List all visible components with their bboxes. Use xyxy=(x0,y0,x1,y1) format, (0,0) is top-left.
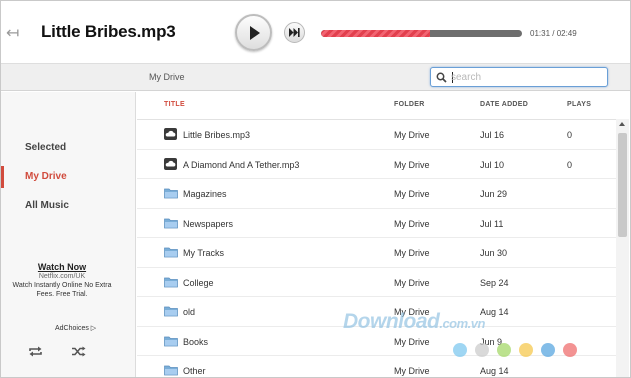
watermark-dot xyxy=(475,343,489,357)
watermark-dot xyxy=(497,343,511,357)
progress-bar[interactable] xyxy=(321,30,522,37)
breadcrumb: My Drive xyxy=(149,72,185,82)
back-arrow-icon[interactable]: ↤ xyxy=(6,23,19,42)
cloud-music-icon xyxy=(164,128,177,142)
cell-folder: My Drive xyxy=(394,248,430,258)
location-bar: My Drive xyxy=(1,63,630,91)
table-row[interactable]: A Diamond And A Tether.mp3 My Drive Jul 10… xyxy=(137,150,616,179)
cell-title: College xyxy=(183,277,214,288)
sidebar-item-my-drive[interactable]: My Drive xyxy=(1,166,135,188)
table-row[interactable]: Newspapers My Drive Jul 11 xyxy=(137,209,616,238)
folder-icon xyxy=(164,335,178,349)
search-input[interactable] xyxy=(451,69,601,85)
folder-icon xyxy=(164,276,178,290)
cell-date-added: Jun 29 xyxy=(480,189,508,199)
column-header-title[interactable]: TITLE xyxy=(164,101,185,108)
cell-title: Books xyxy=(183,336,209,347)
cell-plays: 0 xyxy=(567,130,573,140)
play-button[interactable] xyxy=(235,14,272,51)
cell-plays: 0 xyxy=(567,159,573,170)
folder-icon xyxy=(164,364,178,377)
vertical-scrollbar[interactable] xyxy=(616,119,629,377)
column-header-date-added[interactable]: DATE ADDED xyxy=(480,101,528,108)
repeat-icon[interactable] xyxy=(28,346,43,357)
watermark-text: Download xyxy=(343,310,440,333)
cell-date-added: Aug 14 xyxy=(480,366,509,376)
scroll-thumb[interactable] xyxy=(618,133,627,237)
search-box[interactable] xyxy=(430,67,608,87)
play-icon xyxy=(250,26,260,40)
watermark-suffix: .com.vn xyxy=(439,316,485,331)
folder-icon xyxy=(164,187,178,201)
scroll-up-arrow-icon[interactable] xyxy=(619,122,625,126)
adchoices-link[interactable]: AdChoices ▷ xyxy=(55,324,96,332)
watermark-dot xyxy=(519,343,533,357)
now-playing-title: Little Bribes.mp3 xyxy=(41,22,176,41)
column-header-plays[interactable]: PLAYS xyxy=(567,101,591,108)
table-header: TITLE FOLDER DATE ADDED PLAYS xyxy=(137,92,616,120)
sidebar-item-all-music[interactable]: All Music xyxy=(1,195,135,217)
table-row[interactable]: College My Drive Sep 24 xyxy=(137,268,616,297)
column-header-folder[interactable]: FOLDER xyxy=(394,101,425,108)
player-header: ↤ Little Bribes.mp3 01:31 / 02:49 xyxy=(1,1,630,63)
next-track-button[interactable] xyxy=(284,22,305,43)
time-readout: 01:31 / 02:49 xyxy=(530,29,577,38)
cell-date-added: Sep 24 xyxy=(480,277,509,288)
cell-folder: My Drive xyxy=(394,159,430,170)
watermark-dots xyxy=(453,343,585,362)
watermark-dot xyxy=(453,343,467,357)
folder-icon xyxy=(164,246,178,260)
skip-next-icon xyxy=(289,28,300,37)
cell-date-added: Jul 10 xyxy=(480,159,505,170)
cell-date-added: Jul 16 xyxy=(480,130,505,140)
cell-title: Newspapers xyxy=(183,218,234,229)
ad-url[interactable]: Netflix.com/UK xyxy=(11,273,113,280)
cell-date-added: Jul 11 xyxy=(480,218,504,229)
table-row[interactable]: Little Bribes.mp3 My Drive Jul 16 0 xyxy=(137,120,616,150)
cell-folder: My Drive xyxy=(394,336,430,347)
cell-title: Little Bribes.mp3 xyxy=(183,130,251,140)
sidebar: Selected My Drive All Music Watch Now Ne… xyxy=(1,92,136,377)
shuffle-icon[interactable] xyxy=(71,346,86,357)
search-icon xyxy=(436,72,447,83)
folder-icon xyxy=(164,217,178,231)
cell-title: My Tracks xyxy=(183,248,225,258)
watermark-logo: Download.com.vn xyxy=(343,310,485,334)
ad-body: Watch Instantly Online No Extra Fees. Fr… xyxy=(12,282,112,298)
watermark-dot xyxy=(541,343,555,357)
cell-folder: My Drive xyxy=(394,277,430,288)
cell-title: Other xyxy=(183,366,206,376)
progress-fill xyxy=(321,30,430,37)
ad-title[interactable]: Watch Now xyxy=(11,262,113,272)
cell-title: old xyxy=(183,307,196,317)
ad-block[interactable]: Watch Now Netflix.com/UK Watch Instantly… xyxy=(11,262,113,299)
file-table: TITLE FOLDER DATE ADDED PLAYS Little Bri… xyxy=(137,92,616,377)
cell-folder: My Drive xyxy=(394,130,430,140)
app-window: ↤ Little Bribes.mp3 01:31 / 02:49 My Dri… xyxy=(0,0,631,378)
cell-date-added: Jun 30 xyxy=(480,248,508,258)
cell-folder: My Drive xyxy=(394,189,430,199)
table-row[interactable]: Magazines My Drive Jun 29 xyxy=(137,179,616,209)
sidebar-item-selected[interactable]: Selected xyxy=(1,137,135,159)
folder-icon xyxy=(164,305,178,319)
table-row[interactable]: My Tracks My Drive Jun 30 xyxy=(137,238,616,268)
cell-title: Magazines xyxy=(183,189,227,199)
cloud-music-icon xyxy=(164,157,177,172)
cell-folder: My Drive xyxy=(394,366,430,376)
cell-folder: My Drive xyxy=(394,218,430,229)
watermark-dot xyxy=(563,343,577,357)
cell-title: A Diamond And A Tether.mp3 xyxy=(183,159,300,170)
